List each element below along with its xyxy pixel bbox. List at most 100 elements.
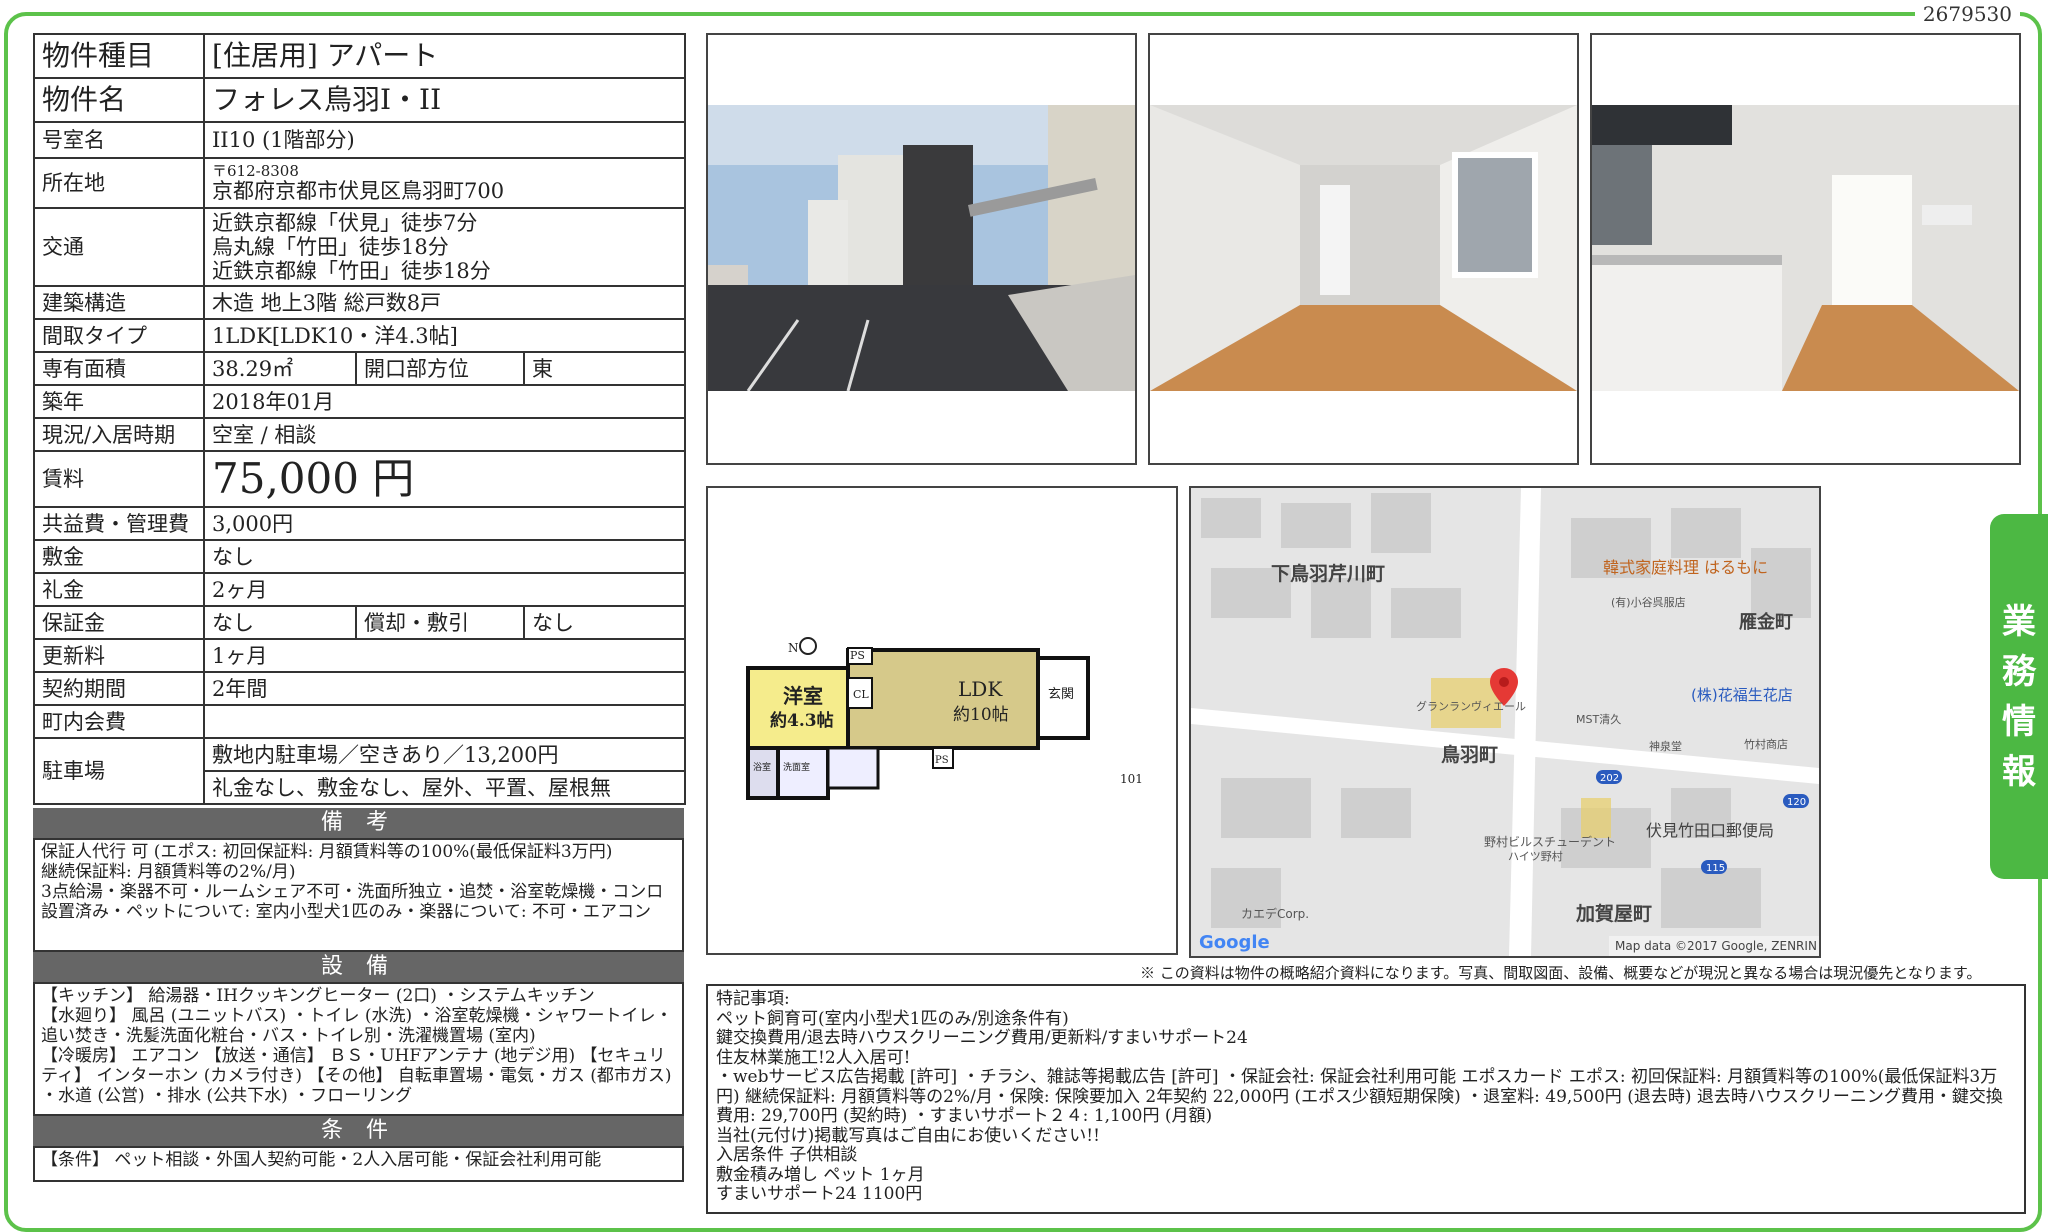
conditions-body: 【条件】 ペット相談・外国人契約可能・2人入居可能・保証会社利用可能 bbox=[33, 1146, 684, 1182]
svg-text:N: N bbox=[788, 641, 799, 655]
map-label: 野村ビルスチューデント bbox=[1484, 834, 1616, 849]
keymoney-value: 2ヶ月 bbox=[203, 572, 686, 607]
map-label: 竹村商店 bbox=[1744, 737, 1788, 751]
status-label: 現況/入居時期 bbox=[33, 417, 205, 452]
google-logo: Google bbox=[1199, 932, 1270, 953]
tab-char: 情 bbox=[2002, 701, 2036, 742]
tab-char: 務 bbox=[2002, 651, 2036, 692]
unit-number: 101 bbox=[1120, 772, 1143, 786]
map-label: 神泉堂 bbox=[1649, 739, 1682, 753]
direction-label: 開口部方位 bbox=[355, 351, 525, 386]
road-number: 202 bbox=[1600, 773, 1619, 784]
rent-value: 75,000 円 bbox=[203, 450, 686, 508]
built-value: 2018年01月 bbox=[203, 384, 686, 419]
map-label: 鳥羽町 bbox=[1441, 743, 1498, 766]
direction-value: 東 bbox=[523, 351, 686, 386]
area-value: 38.29㎡ bbox=[203, 351, 357, 386]
notes-heading: 備 考 bbox=[33, 808, 684, 838]
access-line: 近鉄京都線「伏見」徒歩7分 bbox=[212, 211, 478, 235]
exterior-photo bbox=[706, 33, 1137, 465]
deposit-label: 敷金 bbox=[33, 539, 205, 574]
amort-label: 償却・敷引 bbox=[355, 605, 525, 640]
type-label: 物件種目 bbox=[33, 33, 205, 79]
structure-value: 木造 地上3階 総戸数8戸 bbox=[203, 285, 686, 320]
plan-tag: 洗面室 bbox=[783, 761, 810, 773]
map-label: 雁金町 bbox=[1739, 611, 1793, 633]
area-label: 専有面積 bbox=[33, 351, 205, 386]
structure-label: 建築構造 bbox=[33, 285, 205, 320]
deposit-value: なし bbox=[203, 539, 686, 574]
contract-label: 契約期間 bbox=[33, 671, 205, 706]
floor-plan-drawing: N 洋室 約4.3帖 LDK 約10帖 玄関 101 PS CL PS 浴室 洗… bbox=[746, 637, 1143, 800]
equipment-heading: 設 備 bbox=[33, 952, 684, 982]
map-label: 加賀屋町 bbox=[1575, 903, 1652, 925]
entrance-label: 玄関 bbox=[1048, 687, 1074, 702]
kitchen-photo-image bbox=[1592, 105, 2019, 391]
map-attribution: Map data ©2017 Google, ZENRIN bbox=[1615, 939, 1817, 953]
parking-conditions: 礼金なし、敷金なし、屋外、平置、屋根無 bbox=[203, 770, 686, 805]
fee-label: 共益費・管理費 bbox=[33, 506, 205, 541]
parking-label: 駐車場 bbox=[33, 737, 205, 805]
exterior-photo-image bbox=[708, 105, 1135, 391]
contract-value: 2年間 bbox=[203, 671, 686, 706]
renewal-label: 更新料 bbox=[33, 638, 205, 673]
map-label: カエデCorp. bbox=[1241, 906, 1309, 921]
name-label: 物件名 bbox=[33, 77, 205, 123]
business-info-tab[interactable]: 業 務 情 報 bbox=[1990, 514, 2048, 879]
room2-name: LDK bbox=[958, 677, 1003, 701]
tab-char: 報 bbox=[2002, 751, 2036, 792]
access-line: 烏丸線「竹田」徒歩18分 bbox=[212, 235, 449, 259]
rent-label: 賃料 bbox=[33, 450, 205, 508]
map-label: 下鳥羽芹川町 bbox=[1271, 562, 1385, 585]
guarantee-value: なし bbox=[203, 605, 357, 640]
floor-plan: N 洋室 約4.3帖 LDK 約10帖 玄関 101 PS CL PS 浴室 洗… bbox=[706, 486, 1178, 955]
tab-char: 業 bbox=[2002, 601, 2036, 642]
map-label: ハイツ野村 bbox=[1508, 849, 1563, 863]
fee-value: 3,000円 bbox=[203, 506, 686, 541]
special-remarks: 特記事項: ペット飼育可(室内小型犬1匹のみ/別途条件有) 鍵交換費用/退去時ハ… bbox=[706, 984, 2026, 1214]
conditions-heading: 条 件 bbox=[33, 1116, 684, 1146]
amort-value: なし bbox=[523, 605, 686, 640]
room-label: 号室名 bbox=[33, 121, 205, 159]
assoc-value bbox=[203, 704, 686, 739]
layout-value: 1LDK[LDK10・洋4.3帖] bbox=[203, 318, 686, 353]
map-label: (株)花福生花店 bbox=[1691, 686, 1793, 704]
notes-body: 保証人代行 可 (エポス: 初回保証料: 月額賃料等の100%(最低保証料3万円… bbox=[33, 838, 684, 952]
ldk-photo-image bbox=[1150, 105, 1577, 391]
map-canvas: 下鳥羽芹川町 韓式家庭料理 はるもに (有)小谷呉服店 雁金町 (株)花福生花店… bbox=[1191, 488, 1819, 956]
plan-tag: 浴室 bbox=[753, 761, 771, 773]
type-value: [住居用] アパート bbox=[203, 33, 686, 79]
postal-code: 〒612-8308 bbox=[212, 162, 299, 180]
name-value: フォレス鳥羽I・II bbox=[203, 77, 686, 123]
road-number: 120 bbox=[1787, 797, 1806, 808]
guarantee-label: 保証金 bbox=[33, 605, 205, 640]
parking-value: 敷地内駐車場／空きあり／13,200円 bbox=[203, 737, 686, 772]
ldk-photo bbox=[1148, 33, 1579, 465]
address-value: 京都府京都市伏見区鳥羽町700 bbox=[212, 179, 505, 203]
layout-label: 間取タイプ bbox=[33, 318, 205, 353]
plan-tag: PS bbox=[850, 649, 865, 662]
map-label: 韓式家庭料理 はるもに bbox=[1603, 558, 1768, 577]
address-label: 所在地 bbox=[33, 157, 205, 209]
road-number: 115 bbox=[1706, 863, 1725, 874]
keymoney-label: 礼金 bbox=[33, 572, 205, 607]
status-value: 空室 / 相談 bbox=[203, 417, 686, 452]
map-label: グランランヴィエール bbox=[1416, 699, 1526, 713]
equipment-body: 【キッチン】 給湯器・IHクッキングヒーター (2口) ・システムキッチン 【水… bbox=[33, 982, 684, 1116]
kitchen-photo bbox=[1590, 33, 2021, 465]
map-label: MST清久 bbox=[1576, 713, 1621, 726]
access-label: 交通 bbox=[33, 207, 205, 287]
room1-name: 洋室 bbox=[783, 684, 823, 708]
property-info-table: 物件種目 [住居用] アパート 物件名 フォレス鳥羽I・II 号室名 II10 … bbox=[33, 33, 686, 805]
map-label: 伏見竹田口郵便局 bbox=[1646, 821, 1774, 840]
document-id: 2679530 bbox=[1914, 2, 2020, 26]
access-line: 近鉄京都線「竹田」徒歩18分 bbox=[212, 259, 491, 283]
renewal-value: 1ヶ月 bbox=[203, 638, 686, 673]
room-value: II10 (1階部分) bbox=[203, 121, 686, 159]
plan-tag: CL bbox=[853, 688, 869, 701]
plan-tag: PS bbox=[935, 755, 949, 766]
location-map[interactable]: 下鳥羽芹川町 韓式家庭料理 はるもに (有)小谷呉服店 雁金町 (株)花福生花店… bbox=[1189, 486, 1821, 958]
built-label: 築年 bbox=[33, 384, 205, 419]
map-label: (有)小谷呉服店 bbox=[1611, 595, 1686, 609]
disclaimer: ※ この資料は物件の概略紹介資料になります。写真、間取図面、設備、概要などが現況… bbox=[1140, 964, 1982, 982]
